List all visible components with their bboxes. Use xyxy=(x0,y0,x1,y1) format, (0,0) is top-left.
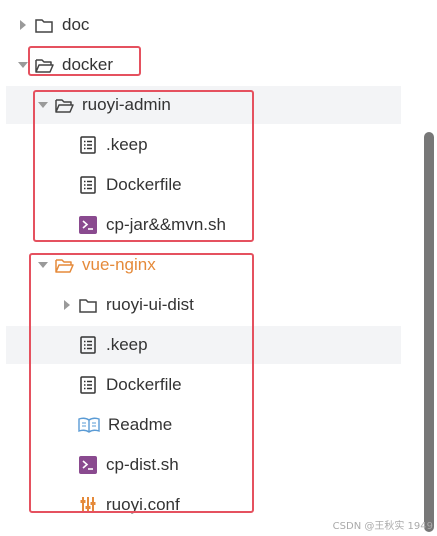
file-tree: doc docker ruoyi-admin .keep Dockerfile xyxy=(0,0,437,536)
text-file-icon xyxy=(78,375,98,395)
tree-item-docker[interactable]: docker xyxy=(6,46,401,84)
watermark: CSDN @王秋实 1949 xyxy=(332,521,433,532)
tree-item-label: Dockerfile xyxy=(106,375,182,394)
tree-item-cp-dist-sh[interactable]: cp-dist.sh xyxy=(6,446,401,484)
text-file-icon xyxy=(78,335,98,355)
tree-item-label: vue-nginx xyxy=(82,255,156,274)
chevron-down-icon[interactable] xyxy=(36,98,50,112)
tree-item-ruoyi-ui-dist[interactable]: ruoyi-ui-dist xyxy=(6,286,401,324)
chevron-right-icon[interactable] xyxy=(60,298,74,312)
shell-script-icon xyxy=(78,455,98,475)
tree-item-label: Dockerfile xyxy=(106,175,182,194)
tree-item-label: ruoyi.conf xyxy=(106,495,180,514)
chevron-down-icon[interactable] xyxy=(16,58,30,72)
book-icon xyxy=(78,415,100,435)
shell-script-icon xyxy=(78,215,98,235)
tree-item-label: docker xyxy=(62,55,114,74)
folder-open-icon xyxy=(34,55,54,75)
tree-item-readme[interactable]: Readme xyxy=(6,406,401,444)
tree-item-label: doc xyxy=(62,15,90,34)
folder-open-icon xyxy=(54,255,74,275)
text-file-icon xyxy=(78,135,98,155)
tree-item-keep[interactable]: .keep xyxy=(6,326,401,364)
tree-item-cp-jar-mvn-sh[interactable]: cp-jar&&mvn.sh xyxy=(6,206,401,244)
tree-item-label: .keep xyxy=(106,335,148,354)
tree-item-label: .keep xyxy=(106,135,148,154)
folder-icon xyxy=(78,295,98,315)
tree-item-label: ruoyi-admin xyxy=(82,95,171,114)
folder-icon xyxy=(34,15,54,35)
chevron-down-icon[interactable] xyxy=(36,258,50,272)
tree-item-doc[interactable]: doc xyxy=(6,6,401,44)
tree-item-dockerfile[interactable]: Dockerfile xyxy=(6,166,401,204)
tree-item-label: ruoyi-ui-dist xyxy=(106,295,194,314)
tree-item-ruoyi-admin[interactable]: ruoyi-admin xyxy=(6,86,401,124)
folder-open-icon xyxy=(54,95,74,115)
config-file-icon xyxy=(78,495,98,515)
text-file-icon xyxy=(78,175,98,195)
tree-item-keep[interactable]: .keep xyxy=(6,126,401,164)
tree-item-dockerfile[interactable]: Dockerfile xyxy=(6,366,401,404)
tree-item-vue-nginx[interactable]: vue-nginx xyxy=(6,246,401,284)
tree-item-label: Readme xyxy=(108,415,173,434)
tree-item-label: cp-dist.sh xyxy=(106,455,179,474)
tree-item-label: cp-jar&&mvn.sh xyxy=(106,215,226,234)
chevron-right-icon[interactable] xyxy=(16,18,30,32)
scrollbar-thumb[interactable] xyxy=(424,132,434,532)
